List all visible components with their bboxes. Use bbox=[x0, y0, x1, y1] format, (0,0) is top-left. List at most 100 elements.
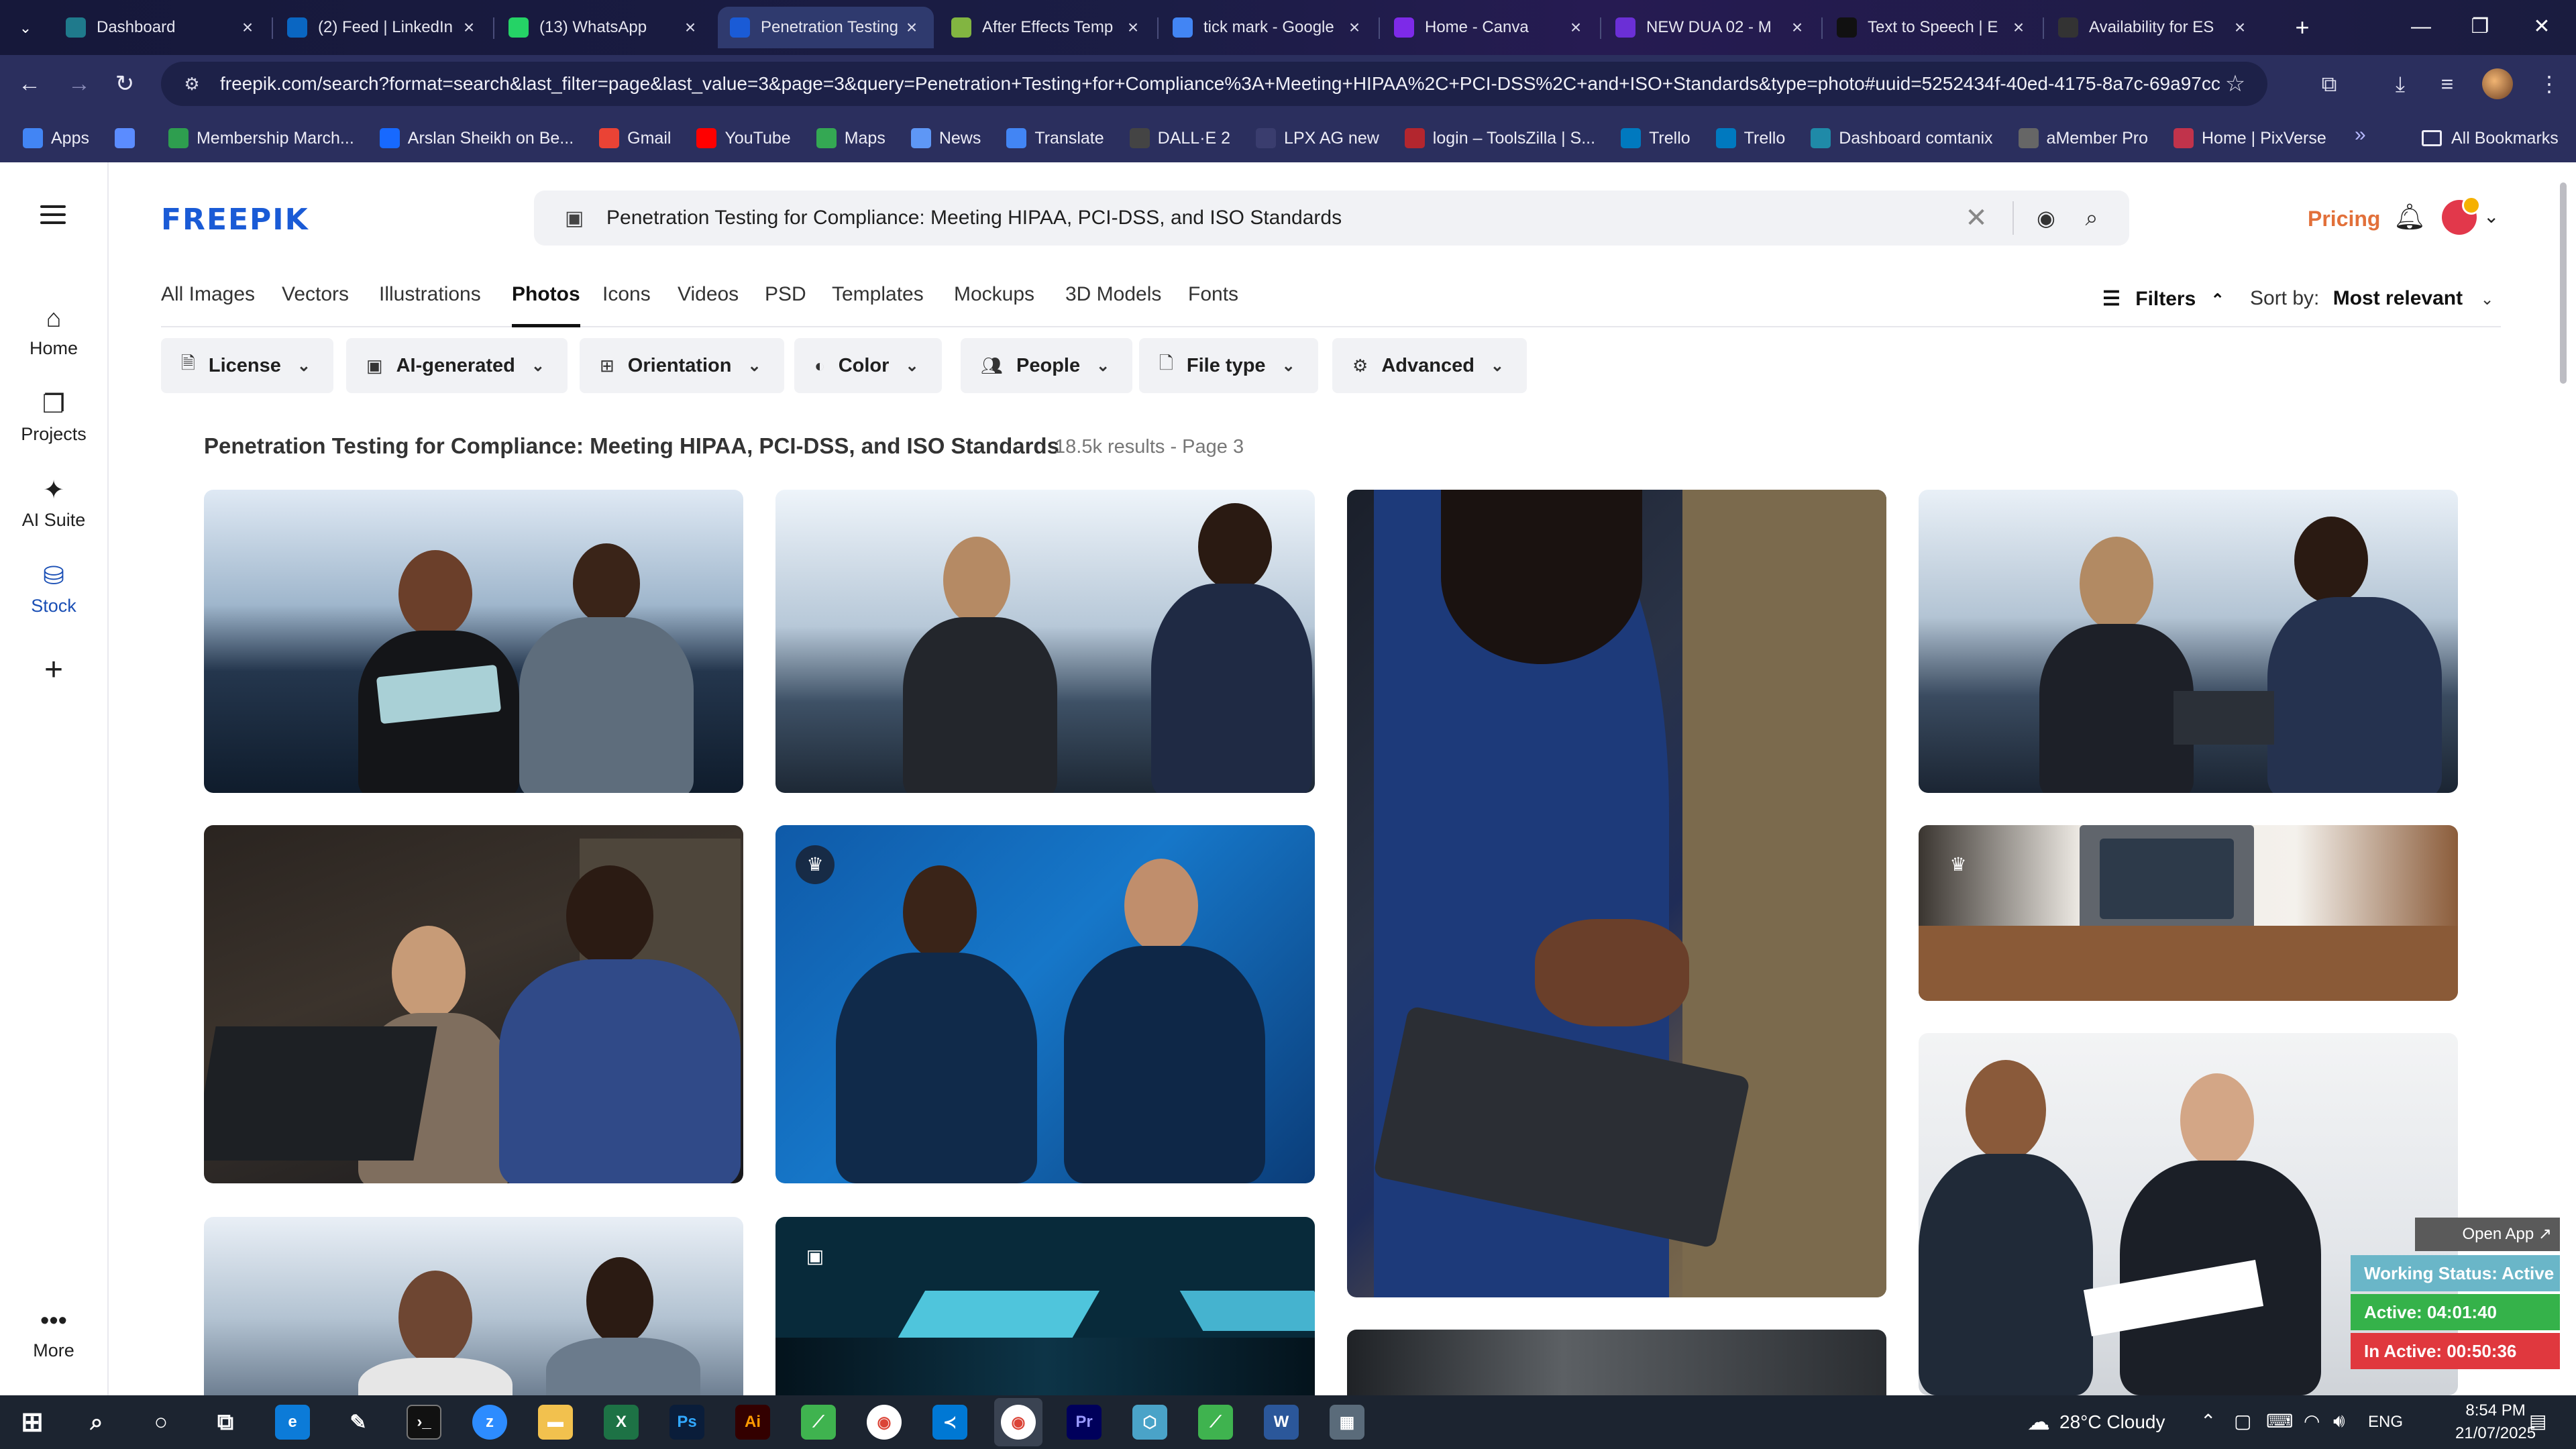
close-tab-icon[interactable]: × bbox=[2008, 17, 2029, 38]
bookmark-item[interactable]: LPX AG new bbox=[1256, 128, 1379, 148]
edge-icon[interactable]: e bbox=[275, 1405, 310, 1440]
filter-chip-people[interactable]: 👥︎ People ⌄ bbox=[961, 338, 1133, 393]
bookmark-item[interactable]: Membership March... bbox=[168, 128, 354, 148]
bookmark-item[interactable]: Apps bbox=[23, 128, 89, 148]
bookmark-item[interactable]: Home | PixVerse bbox=[2174, 128, 2326, 148]
close-tab-icon[interactable]: × bbox=[2230, 17, 2250, 38]
clear-search-icon[interactable]: ✕ bbox=[1956, 203, 1996, 233]
back-button[interactable]: ← bbox=[12, 67, 47, 102]
bookmarks-overflow-icon[interactable]: » bbox=[2355, 123, 2366, 146]
excel-icon[interactable]: X bbox=[604, 1405, 639, 1440]
word-icon[interactable]: W bbox=[1264, 1405, 1299, 1440]
browser-tab[interactable]: Text to Speech | E × bbox=[1825, 7, 2041, 48]
bookmark-item[interactable]: Dashboard comtanix bbox=[1811, 128, 1993, 148]
close-tab-icon[interactable]: × bbox=[680, 17, 700, 38]
tab-illustrations[interactable]: Illustrations bbox=[379, 283, 481, 326]
site-info-icon[interactable]: ⚙ bbox=[180, 72, 204, 96]
filter-chip-license[interactable]: 🗎︎ License ⌄ bbox=[161, 338, 334, 393]
bookmark-item[interactable]: Trello bbox=[1715, 128, 1785, 148]
tab-3d-models[interactable]: 3D Models bbox=[1065, 283, 1161, 326]
tab-vectors[interactable]: Vectors bbox=[282, 283, 349, 326]
app-green2-icon[interactable]: ⟋ bbox=[1198, 1405, 1233, 1440]
close-tab-icon[interactable]: × bbox=[1566, 17, 1586, 38]
photo-result[interactable] bbox=[1919, 490, 2458, 793]
filter-chip-advanced[interactable]: ⚙ Advanced ⌄ bbox=[1332, 338, 1527, 393]
file-explorer-icon[interactable]: ▬ bbox=[538, 1405, 573, 1440]
bookmark-item[interactable]: Gmail bbox=[599, 128, 671, 148]
new-tab-button[interactable]: + bbox=[2286, 12, 2318, 44]
chrome-icon[interactable]: ◉ bbox=[867, 1405, 902, 1440]
freepik-logo[interactable]: FREEPIK bbox=[161, 203, 309, 237]
tab-psd[interactable]: PSD bbox=[765, 283, 806, 326]
filter-chip-orientation[interactable]: ⊞ Orientation ⌄ bbox=[580, 338, 784, 393]
sidebar-item-projects[interactable]: ❐ Projects bbox=[0, 389, 107, 445]
url-text[interactable]: freepik.com/search?format=search&last_fi… bbox=[220, 73, 2222, 95]
browser-menu-icon[interactable]: ⋮ bbox=[2532, 67, 2567, 102]
windows-start-icon[interactable]: ⊞ bbox=[15, 1405, 50, 1440]
downloads-icon[interactable]: ⤓ bbox=[2383, 67, 2418, 102]
tab-videos[interactable]: Videos bbox=[678, 283, 739, 326]
bookmark-item[interactable]: DALL·E 2 bbox=[1129, 128, 1230, 148]
vscode-icon[interactable]: ≺ bbox=[932, 1405, 967, 1440]
photo-result[interactable] bbox=[204, 1217, 743, 1395]
task-view-icon[interactable]: ⧉ bbox=[208, 1405, 243, 1440]
tab-icons[interactable]: Icons bbox=[602, 283, 651, 326]
tab-photos[interactable]: Photos bbox=[512, 283, 580, 327]
photo-result[interactable] bbox=[204, 825, 743, 1183]
bookmark-star-icon[interactable]: ☆ bbox=[2222, 70, 2249, 97]
terminal-icon[interactable]: ›_ bbox=[407, 1405, 441, 1440]
restore-button[interactable]: ❐ bbox=[2451, 0, 2509, 55]
bookmark-item[interactable] bbox=[114, 128, 143, 148]
browser-tab[interactable]: Home - Canva × bbox=[1382, 7, 1598, 48]
zoom-icon[interactable]: z bbox=[472, 1405, 507, 1440]
tab-search-menu-icon[interactable]: ⌄ bbox=[12, 15, 39, 42]
cortana-icon[interactable]: ○ bbox=[144, 1405, 178, 1440]
minimize-button[interactable]: — bbox=[2392, 0, 2450, 55]
photo-result[interactable] bbox=[775, 490, 1315, 793]
sidebar-item-ai-suite[interactable]: ✦ AI Suite bbox=[0, 475, 107, 531]
close-window-button[interactable]: ✕ bbox=[2513, 0, 2571, 55]
close-tab-icon[interactable]: × bbox=[1787, 17, 1807, 38]
close-tab-icon[interactable]: × bbox=[902, 17, 922, 38]
premiere-icon[interactable]: Pr bbox=[1067, 1405, 1102, 1440]
wifi-icon[interactable]: ◠ bbox=[2304, 1410, 2320, 1432]
network-icon[interactable]: ⌨ bbox=[2266, 1410, 2293, 1432]
photo-result[interactable]: ♛ bbox=[775, 825, 1315, 1183]
browser-tab[interactable]: Penetration Testing × bbox=[718, 7, 934, 48]
browser-tab[interactable]: Availability for ES × bbox=[2046, 7, 2262, 48]
close-tab-icon[interactable]: × bbox=[237, 17, 258, 38]
search-icon[interactable]: ⌕ bbox=[2076, 205, 2108, 231]
sort-dropdown[interactable]: Sort by: Most relevant ⌄ bbox=[2250, 287, 2494, 310]
bookmark-item[interactable]: Maps bbox=[816, 128, 885, 148]
notifications-bell-icon[interactable]: 🔔︎ bbox=[2394, 203, 2426, 232]
pen-tool-icon[interactable]: ✎ bbox=[341, 1405, 376, 1440]
calculator-icon[interactable]: ▦ bbox=[1330, 1405, 1364, 1440]
browser-tab[interactable]: (2) Feed | LinkedIn × bbox=[275, 7, 491, 48]
bookmark-item[interactable]: Trello bbox=[1621, 128, 1690, 148]
illustrator-icon[interactable]: Ai bbox=[735, 1405, 770, 1440]
chrome-active-icon[interactable]: ◉ bbox=[1001, 1405, 1036, 1440]
open-app-button[interactable]: Open App ↗ bbox=[2415, 1218, 2560, 1251]
sidebar-item-stock[interactable]: ⛁ Stock bbox=[0, 561, 107, 616]
close-tab-icon[interactable]: × bbox=[459, 17, 479, 38]
filter-chip-file-type[interactable]: 🗋︎ File type ⌄ bbox=[1139, 338, 1318, 393]
address-bar[interactable]: ⚙ freepik.com/search?format=search&last_… bbox=[161, 62, 2267, 106]
tab-fonts[interactable]: Fonts bbox=[1188, 283, 1238, 326]
bookmark-item[interactable]: login – ToolsZilla | S... bbox=[1404, 128, 1595, 148]
browser-tab[interactable]: Dashboard × bbox=[54, 7, 270, 48]
browser-tab[interactable]: (13) WhatsApp × bbox=[496, 7, 712, 48]
reload-button[interactable]: ↻ bbox=[107, 67, 142, 102]
search-input[interactable]: Penetration Testing for Compliance: Meet… bbox=[606, 207, 1956, 229]
tab-mockups[interactable]: Mockups bbox=[954, 283, 1034, 326]
pricing-link[interactable]: Pricing bbox=[2308, 207, 2380, 231]
extension-icon[interactable]: ⧉ bbox=[2312, 67, 2347, 102]
language-indicator[interactable]: ENG bbox=[2368, 1413, 2403, 1432]
close-tab-icon[interactable]: × bbox=[1123, 17, 1143, 38]
photo-result[interactable]: ▣ bbox=[775, 1217, 1315, 1395]
bookmark-item[interactable]: Translate bbox=[1006, 128, 1104, 148]
weather-widget[interactable]: ☁ 28°C Cloudy bbox=[2027, 1409, 2165, 1436]
tray-app-icon[interactable]: ▢ bbox=[2234, 1410, 2251, 1432]
app-green-icon[interactable]: ⟋ bbox=[801, 1405, 836, 1440]
close-tab-icon[interactable]: × bbox=[1344, 17, 1364, 38]
browser-profile-avatar[interactable] bbox=[2482, 68, 2513, 99]
